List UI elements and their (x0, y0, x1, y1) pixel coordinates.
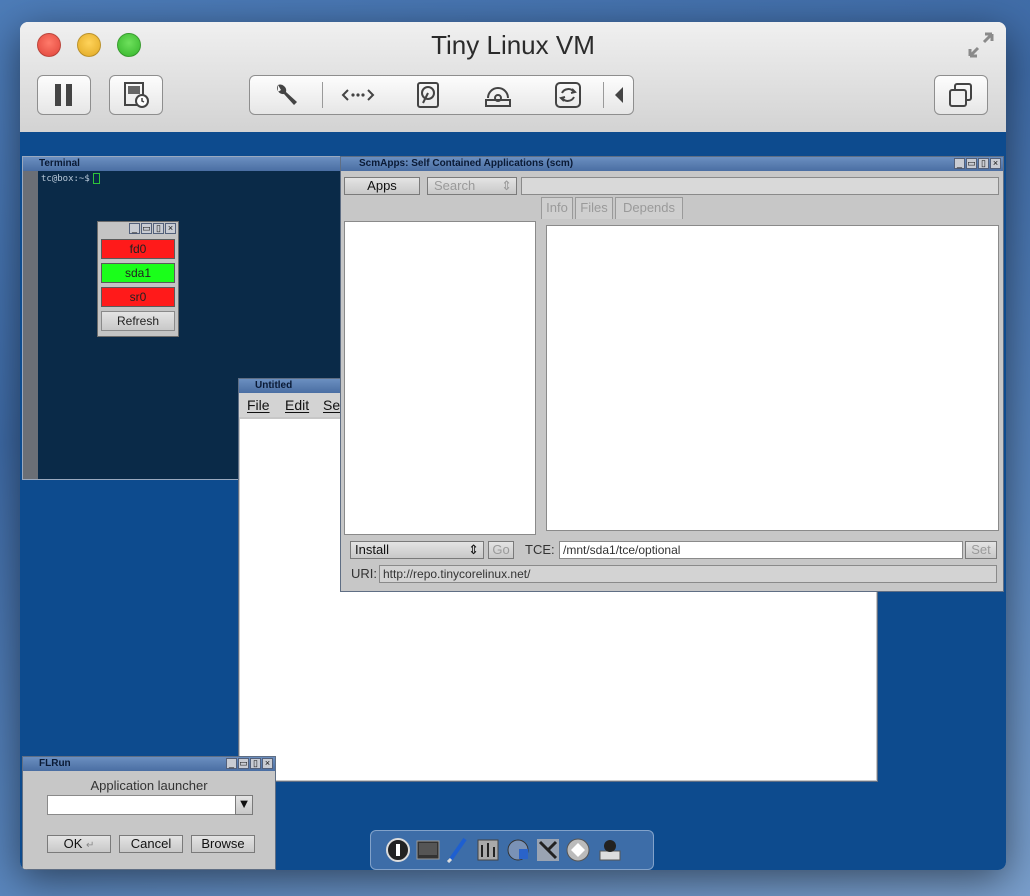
cancel-button[interactable]: Cancel (119, 835, 183, 853)
refresh-button[interactable]: Refresh (101, 311, 175, 331)
device-toolbar (249, 75, 634, 115)
close-icon[interactable]: × (262, 758, 273, 769)
fullscreen-icon[interactable] (966, 30, 996, 60)
ok-button[interactable]: OK ↵ (47, 835, 111, 853)
more-devices-button[interactable] (604, 76, 634, 114)
close-icon[interactable]: × (990, 158, 1001, 169)
scm-window-buttons: _ ▭ ▯ × (954, 158, 1001, 170)
close-icon[interactable]: × (165, 223, 176, 234)
search-label: Search (434, 178, 476, 193)
menu-search[interactable]: Se (323, 397, 340, 413)
ok-label: OK (63, 836, 83, 851)
tools-icon[interactable] (535, 837, 561, 863)
editor-brush-icon[interactable] (445, 837, 471, 863)
window-titlebar: Tiny Linux VM (20, 22, 1006, 133)
vm-window: Tiny Linux VM Terminal tc@box:~$ _ ▭ ▯ ×… (20, 22, 1006, 870)
install-label: Install (355, 542, 389, 557)
window-title: Tiny Linux VM (431, 30, 595, 60)
launcher-input[interactable] (47, 795, 237, 815)
scmapps-titlebar[interactable]: ScmApps: Self Contained Applications (sc… (341, 157, 1003, 171)
maximize-icon[interactable]: ▯ (153, 223, 164, 234)
snapshot-icon (124, 82, 149, 108)
search-input[interactable] (521, 177, 999, 195)
tab-files[interactable]: Files (575, 197, 613, 219)
restore-icon[interactable]: ▭ (966, 158, 977, 169)
prompt-text: tc@box:~$ (41, 174, 90, 184)
apps-menu-button[interactable]: Apps (344, 177, 420, 195)
mount-sda1-button[interactable]: sda1 (101, 263, 175, 283)
terminal-scrollbar[interactable] (23, 171, 38, 479)
wbar-dock (370, 830, 654, 870)
updown-icon: ⇕ (468, 542, 479, 557)
info-panel[interactable] (546, 225, 999, 531)
maximize-icon[interactable]: ▯ (978, 158, 989, 169)
scmapps-title: ScmApps: Self Contained Applications (sc… (359, 158, 574, 169)
pause-button[interactable] (37, 75, 91, 115)
go-button[interactable]: Go (488, 541, 514, 559)
windows-button[interactable] (934, 75, 988, 115)
mount-tool-window[interactable]: _ ▭ ▯ × fd0 sda1 sr0 Refresh (97, 221, 179, 337)
flrun-heading: Application launcher (90, 778, 208, 793)
minimize-icon[interactable]: _ (226, 758, 237, 769)
scmapps-window[interactable]: ScmApps: Self Contained Applications (sc… (340, 156, 1004, 592)
menu-edit[interactable]: Edit (285, 397, 309, 413)
flrun-window[interactable]: FLRun _ ▭ ▯ × Application launcher ▼ OK ↵ C… (22, 756, 276, 870)
network-icon (341, 89, 375, 101)
control-panel-icon[interactable] (475, 837, 501, 863)
harddisk-icon (417, 82, 439, 108)
set-button[interactable]: Set (965, 541, 997, 559)
mount-icon[interactable] (565, 837, 591, 863)
windows-icon (949, 83, 972, 107)
tab-depends[interactable]: Depends (615, 197, 683, 219)
enter-icon: ↵ (86, 840, 95, 851)
uri-field[interactable]: http://repo.tinycorelinux.net/ (379, 565, 997, 583)
restore-icon[interactable]: ▭ (141, 223, 152, 234)
usb-button[interactable] (533, 76, 603, 114)
flrun-window-buttons: _ ▭ ▯ × (226, 758, 273, 770)
optical-disc-icon (485, 87, 511, 107)
snapshot-button[interactable] (109, 75, 163, 115)
mount-sr0-button[interactable]: sr0 (101, 287, 175, 307)
network-button[interactable] (323, 76, 393, 114)
search-dropdown[interactable]: Search ⇕ (427, 177, 517, 195)
menu-file[interactable]: File (247, 397, 270, 413)
terminal-titlebar[interactable]: Terminal (23, 157, 343, 171)
terminal-cursor (92, 173, 100, 184)
maximize-icon[interactable]: ▯ (250, 758, 261, 769)
mount-fd0-button[interactable]: fd0 (101, 239, 175, 259)
tce-input[interactable]: /mnt/sda1/tce/optional (559, 541, 963, 559)
exit-icon[interactable] (597, 837, 623, 863)
pause-icon (55, 84, 72, 106)
usb-sync-icon (555, 82, 581, 108)
settings-button[interactable] (250, 76, 322, 114)
install-dropdown[interactable]: Install ⇕ (350, 541, 484, 559)
launcher-dropdown-button[interactable]: ▼ (235, 795, 253, 815)
dropdown-arrow-icon: ▼ (237, 796, 251, 811)
vm-screen[interactable]: Terminal tc@box:~$ _ ▭ ▯ × fd0 sda1 sr0 Ref… (20, 132, 1006, 870)
minimize-icon[interactable]: _ (954, 158, 965, 169)
uri-label: URI: (351, 566, 377, 581)
apps-list[interactable] (344, 221, 536, 535)
terminal-prompt: tc@box:~$ (41, 173, 100, 184)
browse-button[interactable]: Browse (191, 835, 255, 853)
mount-window-buttons: _ ▭ ▯ × (129, 223, 176, 235)
harddisk-button[interactable] (393, 76, 463, 114)
tce-label: TCE: (525, 542, 555, 557)
terminal-icon[interactable] (415, 837, 441, 863)
restore-icon[interactable]: ▭ (238, 758, 249, 769)
minimize-icon[interactable]: _ (129, 223, 140, 234)
wrench-icon (277, 84, 297, 105)
apps-icon[interactable] (505, 837, 531, 863)
chevron-left-icon (615, 87, 623, 103)
tab-info[interactable]: Info (541, 197, 573, 219)
optical-drive-button[interactable] (463, 76, 533, 114)
info-icon[interactable] (385, 837, 411, 863)
updown-icon: ⇕ (501, 178, 512, 193)
